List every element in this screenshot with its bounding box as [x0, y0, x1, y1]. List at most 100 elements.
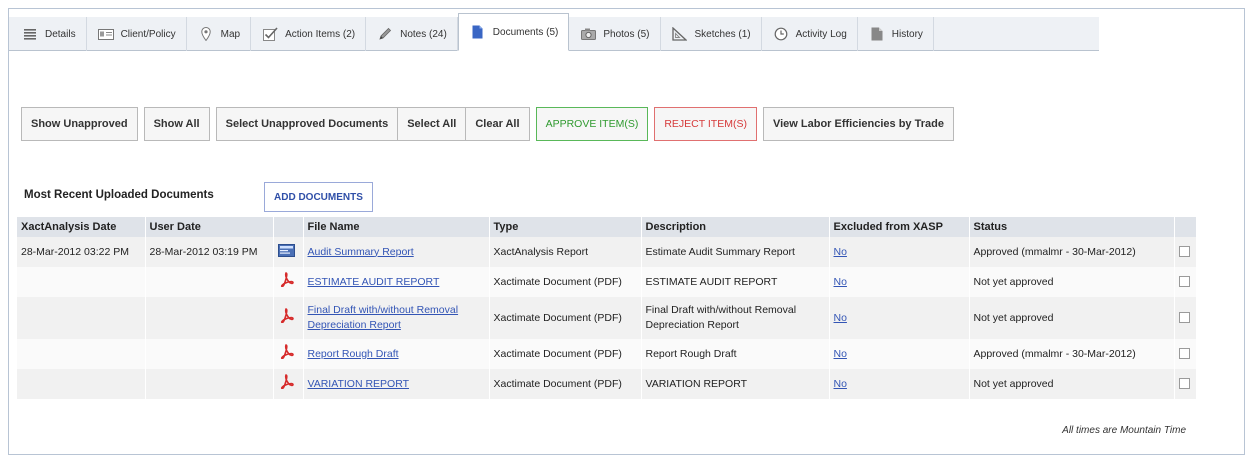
- triangle-ruler-icon: [671, 25, 689, 43]
- description-cell: Final Draft with/without Removal Depreci…: [641, 297, 830, 339]
- tab-label: History: [891, 28, 923, 40]
- user-date-cell: [145, 369, 274, 399]
- table-row: ESTIMATE AUDIT REPORT Xactimate Document…: [17, 267, 1197, 297]
- tab-notes[interactable]: Notes (24): [366, 17, 458, 51]
- select-cell: [1174, 297, 1197, 339]
- id-card-icon: [97, 25, 115, 43]
- description-cell: Estimate Audit Summary Report: [641, 237, 830, 267]
- file-type-cell: [273, 267, 304, 297]
- tab-action-items[interactable]: Action Items (2): [251, 17, 367, 51]
- pdf-icon: [278, 308, 296, 324]
- status-cell: Not yet approved: [969, 369, 1175, 399]
- row-checkbox[interactable]: [1178, 348, 1190, 360]
- select-all-button[interactable]: Select All: [398, 107, 467, 141]
- excluded-cell: No: [829, 237, 970, 267]
- selection-button-group: Select Unapproved Documents Select All C…: [215, 107, 530, 141]
- section-title: Most Recent Uploaded Documents: [24, 189, 214, 201]
- xact-date-cell: [17, 267, 146, 297]
- table-row: Report Rough Draft Xactimate Document (P…: [17, 339, 1197, 369]
- archive-icon: [868, 25, 886, 43]
- status-cell: Approved (mmalmr - 30-Mar-2012): [969, 339, 1175, 369]
- description-cell: ESTIMATE AUDIT REPORT: [641, 267, 830, 297]
- action-toolbar: Show Unapproved Show All Select Unapprov…: [21, 107, 954, 141]
- tab-details[interactable]: Details: [11, 17, 87, 51]
- excluded-cell: No: [829, 267, 970, 297]
- report-icon: [278, 242, 296, 258]
- file-type-cell: [273, 297, 304, 339]
- file-link[interactable]: VARIATION REPORT: [308, 378, 410, 390]
- column-header-file-name[interactable]: File Name: [303, 217, 490, 237]
- excluded-cell: No: [829, 369, 970, 399]
- file-name-cell: Final Draft with/without Removal Depreci…: [303, 297, 490, 339]
- column-header-user-date[interactable]: User Date: [145, 217, 274, 237]
- reject-items-button[interactable]: REJECT ITEM(S): [654, 107, 757, 141]
- tab-label: Sketches (1): [694, 28, 751, 40]
- tab-label: Action Items (2): [285, 28, 356, 40]
- file-link[interactable]: Audit Summary Report: [308, 246, 414, 258]
- user-date-cell: [145, 339, 274, 369]
- pdf-icon: [278, 344, 296, 360]
- file-link[interactable]: Final Draft with/without Removal Depreci…: [308, 304, 459, 331]
- view-labor-efficiencies-button[interactable]: View Labor Efficiencies by Trade: [762, 107, 954, 141]
- file-type-cell: [273, 339, 304, 369]
- table-row: 28-Mar-2012 03:22 PM 28-Mar-2012 03:19 P…: [17, 237, 1197, 267]
- show-all-button[interactable]: Show All: [143, 107, 210, 141]
- tab-photos[interactable]: Photos (5): [569, 17, 661, 51]
- user-date-cell: [145, 297, 274, 339]
- column-header-icon: [273, 217, 304, 237]
- tab-label: Details: [45, 28, 76, 40]
- select-cell: [1174, 237, 1197, 267]
- tab-documents[interactable]: Documents (5): [457, 13, 570, 51]
- column-header-status[interactable]: Status: [969, 217, 1175, 237]
- tab-sketches[interactable]: Sketches (1): [661, 17, 762, 51]
- tab-map[interactable]: Map: [187, 17, 252, 51]
- documents-table: XactAnalysis Date User Date File Name Ty…: [17, 217, 1197, 399]
- excluded-cell: No: [829, 297, 970, 339]
- user-date-cell: 28-Mar-2012 03:19 PM: [145, 237, 274, 267]
- add-documents-button[interactable]: ADD DOCUMENTS: [264, 182, 373, 212]
- select-cell: [1174, 339, 1197, 369]
- select-cell: [1174, 267, 1197, 297]
- type-cell: Xactimate Document (PDF): [489, 369, 642, 399]
- file-link[interactable]: ESTIMATE AUDIT REPORT: [308, 276, 440, 288]
- tab-client-policy[interactable]: Client/Policy: [87, 17, 187, 51]
- description-cell: Report Rough Draft: [641, 339, 830, 369]
- user-date-cell: [145, 267, 274, 297]
- pdf-icon: [278, 272, 296, 288]
- main-panel: Details Client/Policy Map Action Items (…: [8, 8, 1245, 455]
- select-unapproved-button[interactable]: Select Unapproved Documents: [215, 107, 399, 141]
- tab-bar: Details Client/Policy Map Action Items (…: [9, 13, 1099, 51]
- column-header-xact-date[interactable]: XactAnalysis Date: [17, 217, 146, 237]
- excluded-toggle-link[interactable]: No: [834, 348, 847, 360]
- status-cell: Not yet approved: [969, 297, 1175, 339]
- file-name-cell: Audit Summary Report: [303, 237, 490, 267]
- clear-all-button[interactable]: Clear All: [466, 107, 530, 141]
- excluded-toggle-link[interactable]: No: [834, 246, 847, 258]
- row-checkbox[interactable]: [1178, 378, 1190, 390]
- pencil-icon: [376, 25, 394, 43]
- tab-history[interactable]: History: [858, 17, 934, 51]
- column-header-description[interactable]: Description: [641, 217, 830, 237]
- status-cell: Not yet approved: [969, 267, 1175, 297]
- file-name-cell: Report Rough Draft: [303, 339, 490, 369]
- tab-activity-log[interactable]: Activity Log: [762, 17, 858, 51]
- show-unapproved-button[interactable]: Show Unapproved: [21, 107, 138, 141]
- excluded-toggle-link[interactable]: No: [834, 312, 847, 324]
- column-header-type[interactable]: Type: [489, 217, 642, 237]
- type-cell: Xactimate Document (PDF): [489, 297, 642, 339]
- checkmark-icon: [261, 25, 279, 43]
- type-cell: XactAnalysis Report: [489, 237, 642, 267]
- row-checkbox[interactable]: [1178, 246, 1190, 258]
- table-header-row: XactAnalysis Date User Date File Name Ty…: [17, 217, 1197, 237]
- file-link[interactable]: Report Rough Draft: [308, 348, 399, 360]
- row-checkbox[interactable]: [1178, 276, 1190, 288]
- excluded-toggle-link[interactable]: No: [834, 378, 847, 390]
- tab-label: Activity Log: [795, 28, 847, 40]
- excluded-toggle-link[interactable]: No: [834, 276, 847, 288]
- column-header-excluded[interactable]: Excluded from XASP: [829, 217, 970, 237]
- file-type-cell: [273, 369, 304, 399]
- table-row: Final Draft with/without Removal Depreci…: [17, 297, 1197, 339]
- file-name-cell: VARIATION REPORT: [303, 369, 490, 399]
- approve-items-button[interactable]: APPROVE ITEM(S): [535, 107, 649, 141]
- row-checkbox[interactable]: [1178, 312, 1190, 324]
